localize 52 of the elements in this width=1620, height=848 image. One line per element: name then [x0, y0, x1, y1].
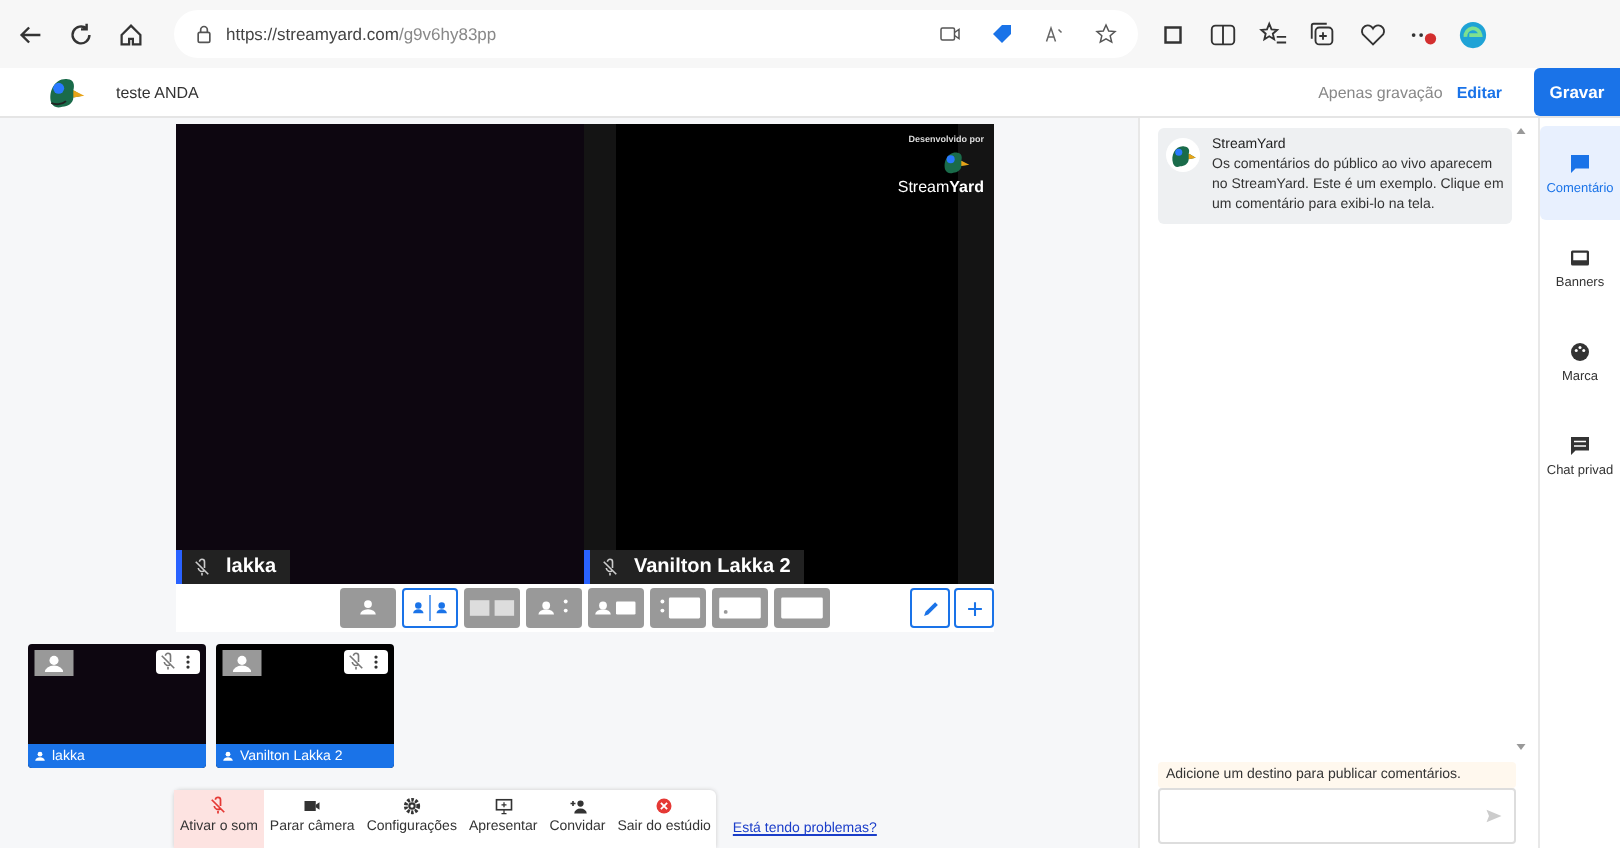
layout-button[interactable]	[774, 588, 830, 628]
favorites-icon[interactable]	[1258, 19, 1288, 49]
banners-icon	[1568, 245, 1592, 269]
home-icon[interactable]	[116, 19, 146, 49]
layout-button[interactable]	[712, 588, 768, 628]
video-icon[interactable]	[938, 22, 962, 46]
person-icon	[34, 750, 46, 762]
layout-button[interactable]	[526, 588, 582, 628]
scroll-up-icon[interactable]	[1516, 128, 1526, 134]
leave-icon	[654, 796, 675, 816]
person-icon	[222, 750, 234, 762]
edit-link[interactable]: Editar	[1456, 83, 1502, 101]
scroll-down-icon[interactable]	[1516, 744, 1526, 750]
plus-icon	[963, 597, 985, 619]
comment-input[interactable]	[1158, 788, 1516, 844]
star-icon[interactable]	[1094, 22, 1118, 46]
reload-icon[interactable]	[66, 19, 96, 49]
mic-icon	[208, 796, 229, 816]
layout-button[interactable]	[588, 588, 644, 628]
avatar-icon	[222, 650, 262, 676]
layout-button[interactable]	[402, 588, 458, 628]
pencil-icon	[919, 597, 941, 619]
brand-icon	[1568, 339, 1592, 363]
layout-icon	[776, 594, 828, 622]
layout-icon	[466, 594, 518, 622]
participant-name: Vanilton Lakka 2	[634, 556, 791, 578]
private-icon	[1568, 433, 1592, 457]
gear-icon	[401, 796, 422, 816]
participant-name: lakka	[226, 556, 277, 578]
studio-title: teste ANDA	[116, 83, 199, 101]
layout-button[interactable]	[650, 588, 706, 628]
avatar-icon	[34, 650, 74, 676]
camera-icon	[302, 796, 323, 816]
split-screen-icon[interactable]	[1208, 19, 1238, 49]
add-button[interactable]	[954, 588, 994, 628]
layout-button[interactable]	[340, 588, 396, 628]
address-bar[interactable]: https://streamyard.com/g9v6hy83pp	[174, 10, 1138, 58]
muted-mic-icon[interactable]	[158, 652, 178, 672]
layout-icon	[714, 594, 766, 622]
lock-icon	[194, 24, 214, 44]
tag-icon[interactable]	[990, 22, 1014, 46]
streamyard-logo-text: StreamYard	[897, 178, 984, 196]
edit-button[interactable]	[910, 588, 950, 628]
collections-icon[interactable]	[1308, 19, 1338, 49]
invite-icon	[567, 796, 588, 816]
recording-mode-label: Apenas gravação	[1318, 83, 1443, 101]
duck-avatar-icon	[1166, 138, 1200, 172]
read-aloud-icon[interactable]	[1042, 22, 1066, 46]
muted-mic-icon[interactable]	[346, 652, 366, 672]
comments-icon	[1568, 151, 1592, 175]
present-icon	[493, 796, 514, 816]
record-button[interactable]: Gravar	[1534, 68, 1620, 116]
